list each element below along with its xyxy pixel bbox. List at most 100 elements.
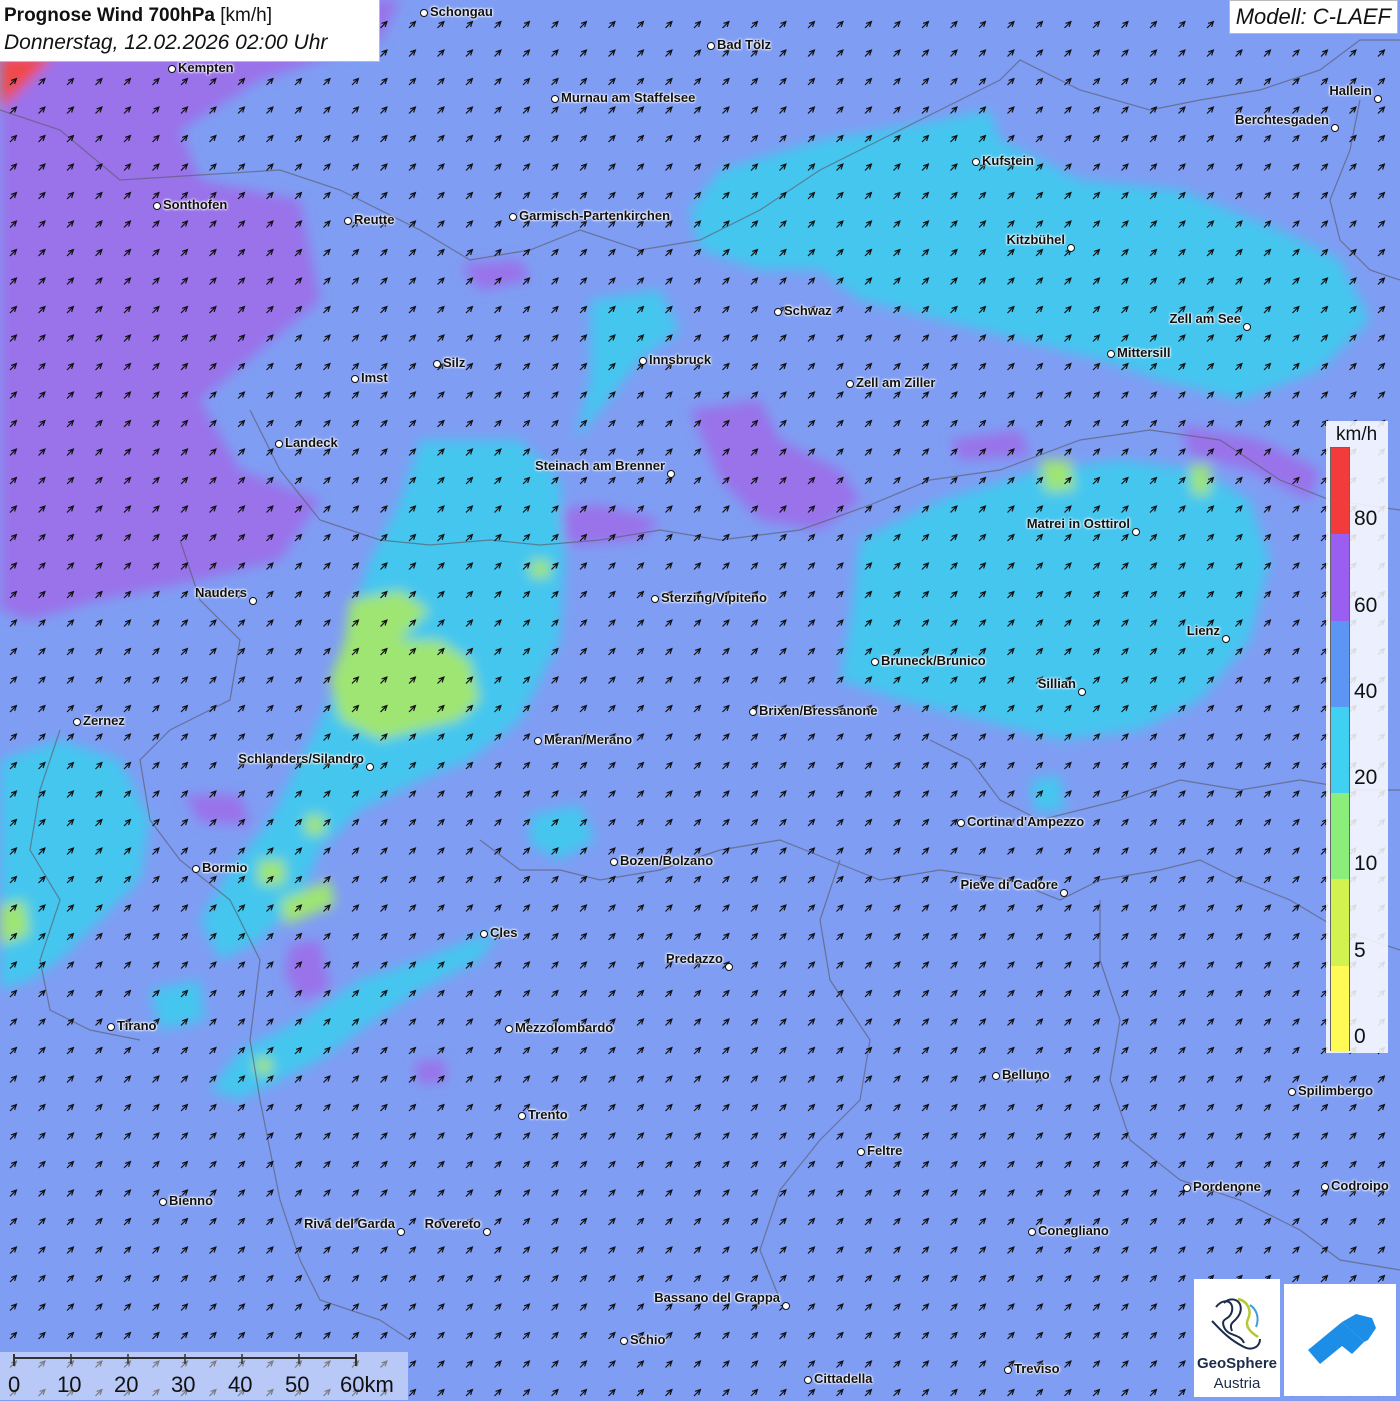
scale-label: 20 [114,1372,139,1397]
city-dot-icon [1374,95,1382,103]
city-dot-icon [846,380,854,388]
city-dot-icon [397,1228,405,1236]
city-label: Treviso [1014,1361,1060,1376]
scale-label: 50 [285,1372,310,1397]
city-label: Conegliano [1038,1223,1109,1238]
city-dot-icon [433,360,441,368]
city-dot-icon [972,158,980,166]
wind-area-green-8 [255,1058,272,1074]
city-dot-icon [159,1198,167,1206]
city-dot-icon [667,470,675,478]
city-dot-icon [192,865,200,873]
city-dot-icon [1004,1366,1012,1374]
city-dot-icon [420,9,428,17]
city-label: Riva del Garda [303,1216,395,1231]
city-label: Lienz [1186,623,1220,638]
legend-unit: km/h [1336,424,1378,445]
city-dot-icon [725,963,733,971]
city-dot-icon [1331,124,1339,132]
city-label: Innsbruck [649,352,712,367]
cloud-chevron-icon [1308,1314,1376,1364]
city-dot-icon [73,718,81,726]
city-label: Belluno [1002,1067,1050,1082]
legend-color-segment [1331,534,1349,621]
city-dot-icon [249,597,257,605]
city-dot-icon [551,95,559,103]
legend-color-segment [1331,965,1349,1052]
city-dot-icon [1288,1088,1296,1096]
city-dot-icon [1222,635,1230,643]
city-label: Bozen/Bolzano [620,853,714,868]
city-dot-icon [107,1023,115,1031]
scale-label: 30 [171,1372,196,1397]
geosphere-name: GeoSphere [1196,1355,1278,1372]
city-dot-icon [1028,1228,1036,1236]
scale-label: 40 [228,1372,253,1397]
city-label: Tirano [117,1018,157,1033]
city-dot-icon [509,213,517,221]
model-label: Modell: C-LAEF [1228,0,1398,34]
city-label: Schongau [430,4,493,19]
scale-label: 10 [57,1372,82,1397]
geosphere-logo[interactable]: GeoSphere Austria [1194,1279,1280,1397]
city-label: Brixen/Bressanone [759,703,878,718]
city-dot-icon [1078,688,1086,696]
city-dot-icon [1243,323,1251,331]
color-legend: km/h 0 5 10 20 40 60 80 [1326,421,1388,1053]
city-label: Feltre [867,1143,903,1158]
city-label: Berchtesgaden [1235,112,1329,127]
city-label: Codroipo [1331,1178,1389,1193]
city-label: Cles [490,925,518,940]
city-dot-icon [957,819,965,827]
legend-colorbar [1330,447,1350,1052]
legend-color-segment [1331,620,1349,707]
wind-area-green-1 [1040,460,1075,492]
app-logo[interactable] [1284,1284,1396,1396]
geosphere-emblem-icon [1211,1297,1261,1350]
city-label: Imst [361,370,388,385]
legend-tick-label: 40 [1354,679,1378,703]
city-label: Rovereto [424,1216,481,1231]
scale-label: 0 [8,1372,21,1397]
city-dot-icon [782,1302,790,1310]
city-label: Zernez [83,713,125,728]
city-label: Landeck [285,435,338,450]
city-label: Spilimbergo [1298,1083,1374,1098]
city-dot-icon [610,858,618,866]
city-label: Matrei in Osttirol [1026,516,1130,531]
city-dot-icon [1321,1183,1329,1191]
city-label: Pieve di Cadore [960,877,1058,892]
legend-color-segment [1331,706,1349,794]
city-dot-icon [1067,244,1075,252]
city-label: Sonthofen [163,197,228,212]
city-label: Nauders [194,585,247,600]
city-dot-icon [1060,889,1068,897]
city-label: Silz [443,355,466,370]
legend-color-segment [1331,879,1349,966]
forecast-datetime: Donnerstag, 12.02.2026 02:00 Uhr [4,31,328,54]
city-dot-icon [620,1337,628,1345]
city-label: Sterzing/Vipiteno [661,590,767,605]
city-label: Kufstein [982,153,1034,168]
city-label: Steinach am Brenner [534,458,665,473]
wind-area-green-7 [530,560,550,578]
city-label: Bienno [169,1193,214,1208]
legend-color-segment [1331,793,1349,880]
city-dot-icon [483,1228,491,1236]
legend-tick-label: 20 [1354,766,1378,790]
city-label: Reutte [354,212,395,227]
city-label: Meran/Merano [544,732,633,747]
city-label: Kitzbühel [1006,232,1066,247]
city-dot-icon [275,440,283,448]
city-dot-icon [857,1148,865,1156]
city-label: Zell am Ziller [856,375,936,390]
city-dot-icon [505,1025,513,1033]
city-label: Bassano del Grappa [654,1290,780,1305]
map-title-main: Prognose Wind 700hPa [4,5,215,26]
legend-tick-label: 0 [1354,1025,1366,1048]
city-label: Hallein [1329,83,1372,98]
city-dot-icon [480,930,488,938]
city-label: Kempten [178,60,234,75]
title-panel: Prognose Wind 700hPa [km/h] Donnerstag, … [0,0,380,62]
wind-area-green-2 [1190,465,1210,495]
